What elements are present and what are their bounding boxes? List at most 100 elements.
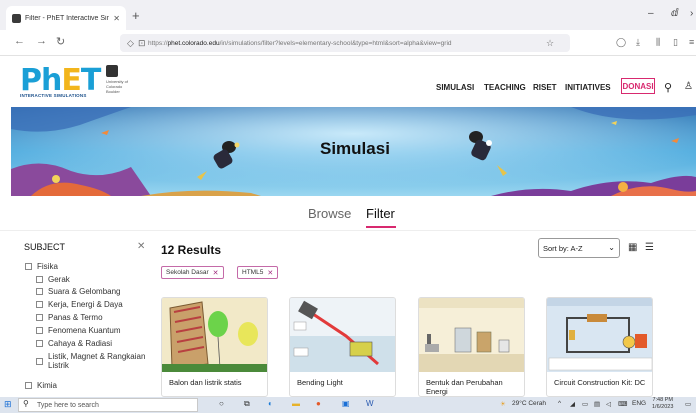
browser-tab-bar: Filter - PhET Interactive Simulati ✕ + –… bbox=[0, 0, 696, 30]
browser-tab[interactable]: Filter - PhET Interactive Simulati ✕ bbox=[6, 6, 126, 30]
language-indicator[interactable]: ENG bbox=[632, 400, 646, 407]
sort-select[interactable]: Sort by: A-Z ⌄ bbox=[538, 238, 620, 258]
checkbox-suara-gelombang[interactable] bbox=[36, 288, 43, 295]
nav-initiatives[interactable]: INITIATIVES bbox=[565, 83, 611, 92]
checkbox-kerja-energi-daya[interactable] bbox=[36, 301, 43, 308]
chip-label: HTML5 bbox=[242, 269, 264, 276]
checkbox-kimia[interactable] bbox=[25, 382, 32, 389]
url-host: phet.colorado.edu bbox=[167, 39, 220, 47]
sim-card[interactable]: Bentuk dan Perubahan Energi bbox=[418, 297, 525, 397]
reload-icon[interactable]: ↻ bbox=[56, 35, 65, 48]
chip-sekolah-dasar[interactable]: Sekolah Dasar ✕ bbox=[161, 266, 224, 279]
network-icon[interactable]: ◢ bbox=[570, 400, 575, 408]
chip-label: Sekolah Dasar bbox=[166, 269, 209, 276]
sidebar-icon[interactable]: ▯ bbox=[673, 37, 678, 48]
sim-card[interactable]: Circuit Construction Kit: DC bbox=[546, 297, 653, 397]
volume-icon[interactable]: ◁ bbox=[606, 400, 611, 408]
browser-nav-bar: ← → ↻ https://phet.colorado.edu/in/simul… bbox=[0, 30, 696, 56]
checkbox-fenomena-kuantum[interactable] bbox=[36, 327, 43, 334]
file-explorer-icon[interactable]: ▬ bbox=[292, 399, 300, 408]
university-logo[interactable]: University of Colorado Boulder bbox=[106, 65, 136, 97]
filter-label-kimia: Kimia bbox=[37, 381, 58, 390]
downloads-icon[interactable]: ⤓ bbox=[636, 37, 640, 48]
display-icon[interactable]: ▤ bbox=[594, 400, 600, 408]
collapse-subject-icon[interactable]: ✕ bbox=[137, 241, 145, 252]
circuit-kit-thumbnail bbox=[547, 298, 652, 372]
filter-label-panas-termo: Panas & Termo bbox=[48, 313, 103, 322]
address-bar[interactable]: https://phet.colorado.edu/in/simulations… bbox=[120, 34, 570, 52]
back-icon[interactable]: ← bbox=[14, 35, 25, 47]
lock-icon[interactable]: ⊡ bbox=[138, 38, 146, 49]
filter-label-kerja-energi-daya: Kerja, Energi & Daya bbox=[48, 300, 123, 309]
keyboard-icon[interactable]: ⌨ bbox=[618, 400, 627, 408]
tray-chevron-icon[interactable]: ^ bbox=[558, 400, 561, 407]
nav-teaching[interactable]: TEACHING bbox=[484, 83, 526, 92]
phet-logo[interactable]: PhET INTERACTIVE SIMULATIONS bbox=[20, 63, 101, 101]
filter-label-suara-gelombang: Suara & Gelombang bbox=[48, 287, 121, 296]
weather-text[interactable]: 29°C Cerah bbox=[512, 400, 546, 407]
filter-label-fenomena-kuantum: Fenomena Kuantum bbox=[48, 326, 121, 335]
sim-title: Bending Light bbox=[297, 378, 343, 387]
sim-title: Balon dan listrik statis bbox=[169, 378, 242, 387]
mail-icon[interactable]: ▣ bbox=[342, 399, 350, 408]
notifications-icon[interactable]: ▭ bbox=[685, 400, 691, 408]
checkbox-listrik-magnet[interactable] bbox=[36, 358, 43, 365]
url-prefix: https:// bbox=[148, 39, 168, 47]
checkbox-cahaya-radiasi[interactable] bbox=[36, 340, 43, 347]
minimize-icon[interactable]: – bbox=[648, 8, 654, 19]
word-icon[interactable]: W bbox=[366, 399, 374, 408]
results-count: 12 Results bbox=[161, 243, 222, 257]
divider bbox=[0, 230, 696, 231]
shield-icon[interactable]: ◇ bbox=[127, 38, 134, 49]
nav-simulasi[interactable]: SIMULASI bbox=[436, 83, 474, 92]
library-icon[interactable]: ⫼ bbox=[656, 37, 660, 48]
phet-logo-subtitle: INTERACTIVE SIMULATIONS bbox=[20, 93, 87, 98]
clock[interactable]: 7:48 PM 1/6/2023 bbox=[652, 397, 673, 411]
remove-chip-icon[interactable]: ✕ bbox=[213, 269, 219, 277]
clock-time: 7:48 PM bbox=[652, 397, 673, 403]
balloons-thumbnail bbox=[162, 298, 267, 372]
bending-light-thumbnail bbox=[290, 298, 395, 372]
checkbox-gerak[interactable] bbox=[36, 276, 43, 283]
forward-icon[interactable]: → bbox=[36, 35, 47, 47]
search-placeholder: Type here to search bbox=[37, 401, 99, 409]
task-view-icon[interactable]: ⧉ bbox=[244, 399, 250, 409]
new-tab-icon[interactable]: + bbox=[132, 8, 140, 23]
sim-title: Bentuk dan Perubahan Energi bbox=[426, 378, 503, 396]
edge-icon[interactable]: ◐ bbox=[268, 399, 273, 408]
bookmark-star-icon[interactable]: ☆ bbox=[546, 38, 554, 49]
tab-filter[interactable]: Filter bbox=[366, 206, 395, 221]
donate-button[interactable]: DONASI bbox=[621, 78, 655, 94]
close-window-icon[interactable]: › bbox=[690, 8, 693, 19]
nav-riset[interactable]: RISET bbox=[533, 83, 557, 92]
list-view-icon[interactable]: ☰ bbox=[645, 242, 654, 253]
search-icon[interactable]: ⚲ bbox=[664, 81, 672, 94]
filter-label-listrik-magnet: Listik, Magnet & Rangkaian Listrik bbox=[48, 352, 146, 370]
checkbox-fisika[interactable] bbox=[25, 263, 32, 270]
tab-browse[interactable]: Browse bbox=[308, 206, 351, 221]
chevron-down-icon: ⌄ bbox=[608, 243, 615, 252]
sim-title: Circuit Construction Kit: DC bbox=[554, 378, 646, 387]
taskbar-search-input[interactable]: Type here to search bbox=[18, 398, 198, 412]
close-tab-icon[interactable]: ✕ bbox=[113, 14, 120, 23]
firefox-icon[interactable]: ● bbox=[316, 399, 321, 408]
weather-icon[interactable]: ☀ bbox=[500, 400, 506, 408]
phet-favicon-icon bbox=[12, 13, 21, 23]
chip-html5[interactable]: HTML5 ✕ bbox=[237, 266, 279, 279]
cortana-icon[interactable]: ○ bbox=[219, 399, 224, 408]
checkbox-panas-termo[interactable] bbox=[36, 314, 43, 321]
maximize-icon[interactable]: ⅆ bbox=[671, 8, 678, 19]
menu-icon[interactable]: ≡ bbox=[689, 37, 694, 47]
user-icon[interactable]: ♙ bbox=[684, 81, 693, 92]
tab-title: Filter - PhET Interactive Simulati bbox=[25, 14, 109, 22]
sim-card[interactable]: Balon dan listrik statis bbox=[161, 297, 268, 397]
search-icon: ⚲ bbox=[23, 399, 29, 408]
banner-title: Simulasi bbox=[320, 139, 390, 158]
sim-card[interactable]: Bending Light bbox=[289, 297, 396, 397]
grid-view-icon[interactable]: ▦ bbox=[628, 242, 637, 253]
pocket-icon[interactable]: ◯ bbox=[616, 37, 626, 48]
battery-icon[interactable]: ▭ bbox=[582, 400, 588, 408]
remove-chip-icon[interactable]: ✕ bbox=[267, 269, 273, 277]
sort-value: Sort by: A-Z bbox=[543, 243, 583, 253]
windows-start-icon[interactable]: ⊞ bbox=[4, 399, 12, 410]
